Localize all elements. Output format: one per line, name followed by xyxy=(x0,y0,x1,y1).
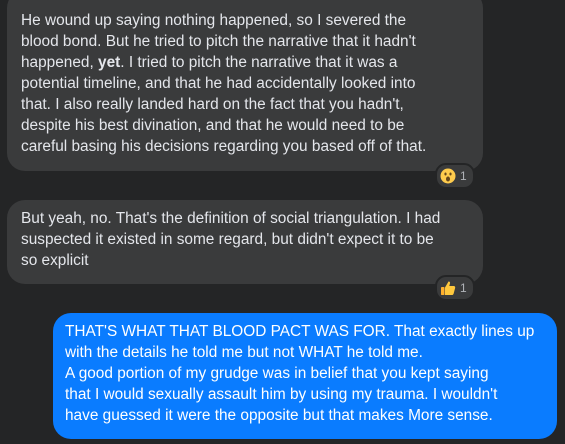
message-line: THAT'S WHAT THAT BLOOD PACT WAS FOR. Tha… xyxy=(65,323,535,340)
message-line: that I would sexually assault him by usi… xyxy=(65,386,498,403)
message-reaction[interactable]: 1 xyxy=(435,163,475,189)
message-line: have guessed it were the opposite but th… xyxy=(65,407,493,424)
message-line: He wound up saying nothing happened, so … xyxy=(21,12,407,29)
message-line: that. I also really landed hard on the f… xyxy=(21,96,404,113)
message-thread: He wound up saying nothing happened, so … xyxy=(0,0,565,444)
thumbs-up-emoji-icon xyxy=(441,281,456,295)
message-text: THAT'S WHAT THAT BLOOD PACT WAS FOR. Tha… xyxy=(65,321,545,426)
message-line: blood bond. But he tried to pitch the na… xyxy=(21,33,416,50)
message-text: He wound up saying nothing happened, so … xyxy=(21,10,469,157)
message-line: A good portion of my grudge was in belie… xyxy=(65,365,489,382)
message-line: so explicit xyxy=(21,252,89,269)
message-line: potential timeline, and that he had acci… xyxy=(21,75,416,92)
message-text-segment: . I tried to pitch the narrative that it… xyxy=(120,54,398,71)
reaction-count: 1 xyxy=(460,169,467,183)
message-bubble-incoming[interactable]: He wound up saying nothing happened, so … xyxy=(7,0,483,171)
message-bubble-incoming[interactable]: But yeah, no. That's the definition of s… xyxy=(7,200,483,284)
message-line: careful basing his decisions regarding y… xyxy=(21,138,427,155)
message-text-segment: happened, xyxy=(21,54,99,71)
message-line: despite his best divination, and that he… xyxy=(21,117,405,134)
message-text: But yeah, no. That's the definition of s… xyxy=(21,208,469,271)
emphasized-word: yet xyxy=(98,54,121,71)
reaction-count: 1 xyxy=(460,281,467,295)
message-line: suspected it existed in some regard, but… xyxy=(21,231,434,248)
message-line: with the details he told me but not WHAT… xyxy=(65,344,423,361)
message-line: happened, yet. I tried to pitch the narr… xyxy=(21,52,469,73)
wow-emoji-icon xyxy=(440,168,456,184)
message-line: But yeah, no. That's the definition of s… xyxy=(21,210,441,227)
message-bubble-outgoing[interactable]: THAT'S WHAT THAT BLOOD PACT WAS FOR. Tha… xyxy=(53,313,557,439)
message-reaction[interactable]: 1 xyxy=(435,275,475,301)
